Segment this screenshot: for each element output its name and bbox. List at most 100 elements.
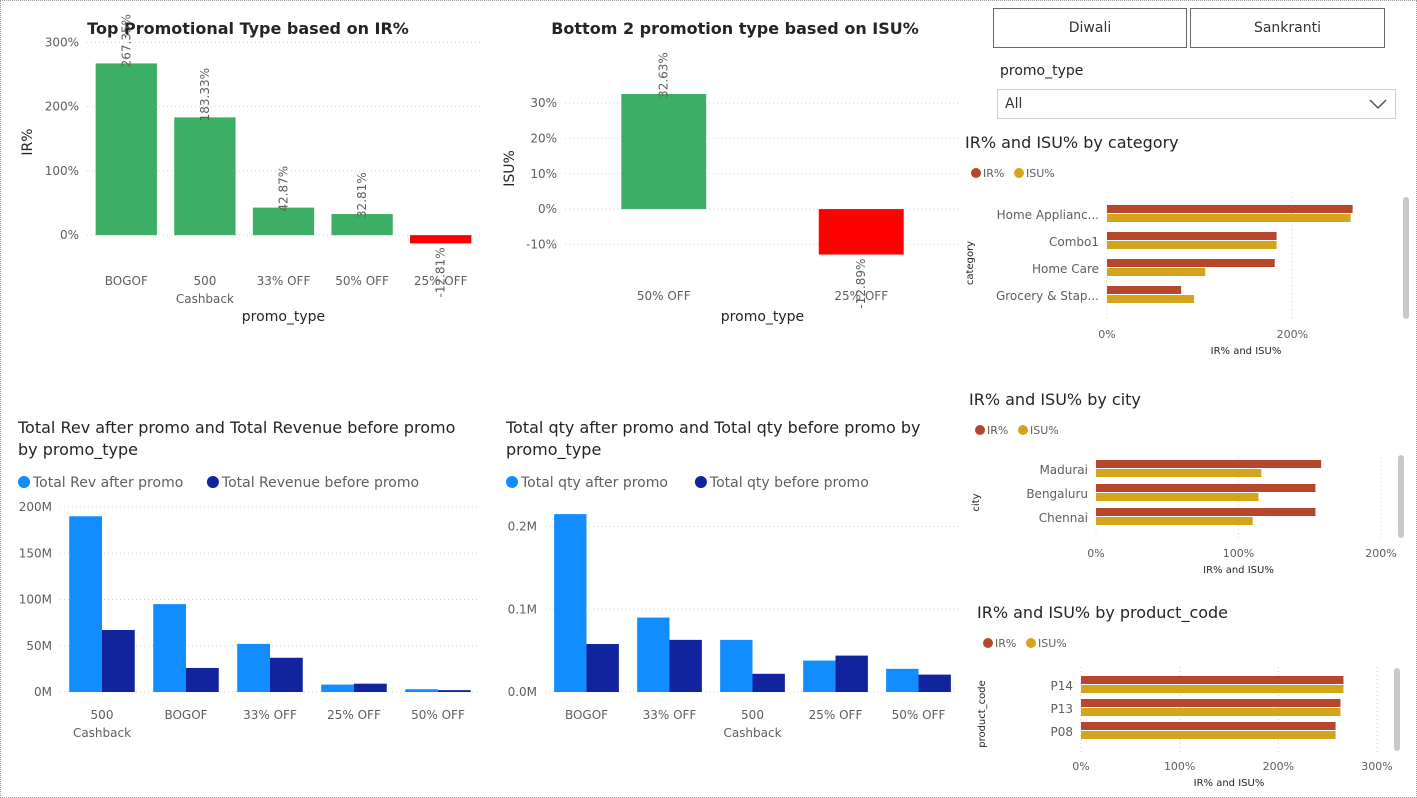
bar-grocery-stap-ir [1107,286,1182,294]
bar-25-off-total-qty-after-promo [803,660,836,692]
bar-25-off-total-qty-before-promo [835,655,868,692]
bar-chennai-ir [1096,508,1316,516]
y-axis-title: product_code [977,680,988,748]
promo-type-selected-value: All [1005,96,1023,112]
bar-33-off-total-qty-before-promo [669,639,702,692]
x-tick-label: 25% OFF [414,274,468,288]
bar-p14-ir [1081,676,1344,684]
x-tick-label: 200% [1263,760,1294,773]
bar-home-applianc-ir [1107,205,1353,213]
x-tick-label: 50% OFF [411,708,465,722]
y-tick-label: P08 [1050,725,1073,739]
legend-label: Total qty before promo [709,475,869,491]
bar-home-care-isu [1107,268,1206,276]
bar-bengaluru-ir [1096,484,1316,492]
y-tick-label: 200% [45,100,79,114]
chart-title: Top Promotional Type based on IR% [87,19,409,38]
x-axis-title: IR% and ISU% [1203,565,1274,576]
y-tick-label: 20% [530,132,557,146]
bar-p08-isu [1081,731,1336,739]
data-label: 32.81% [355,172,369,218]
slicer-button-sankranti[interactable]: Sankranti [1190,8,1385,48]
bar-madurai-ir [1096,460,1322,468]
city-visual-scrollbar[interactable] [1398,455,1404,538]
y-tick-label: Home Applianc... [997,208,1099,222]
bar-combo1-isu [1107,241,1277,249]
x-tick-label: 33% OFF [257,274,311,288]
bar-madurai-isu [1096,469,1262,477]
x-axis-title: promo_type [242,309,325,325]
x-tick-label: 100% [1223,547,1254,560]
x-tick-label: Cashback [176,292,234,306]
chart-ir-isu-by-product-code[interactable]: IR% and ISU% by product_code IR% ISU% 0% 100… [955,595,1417,795]
y-axis-title: IR% [20,128,36,155]
x-tick-label: BOGOF [105,274,148,288]
legend-label: ISU% [1038,637,1067,650]
bar-bogof-total-qty-before-promo [586,644,619,692]
x-tick-label: 50% OFF [637,289,691,303]
chart-title: Bottom 2 promotion type based on ISU% [551,19,919,38]
bar-50-off-total-qty-after-promo [886,668,919,692]
legend-marker [1014,168,1024,178]
chart-quantity-by-promo-type[interactable]: Total qty after promo and Total qty befo… [490,405,960,750]
bar-p08-ir [1081,722,1336,730]
y-tick-label: 300% [45,35,79,49]
data-label: 183.33% [198,68,212,121]
x-tick-label: 0% [1072,760,1089,773]
chevron-down-icon [1369,99,1387,110]
x-tick-label: 300% [1361,760,1392,773]
data-label: -12.81% [434,247,448,297]
promo-type-slicer-label: promo_type [1000,63,1084,79]
x-tick-label: Cashback [723,726,781,740]
bar-500-cashback-total-qty-before-promo [752,673,785,692]
bar-home-applianc-isu [1107,214,1351,222]
chart-title: IR% and ISU% by city [969,390,1141,409]
bar-500-cashback [174,117,236,236]
category-visual-scrollbar[interactable] [1403,197,1409,319]
x-tick-label: 25% OFF [809,708,863,722]
bar-25-off-total-revenue-before-promo [354,683,387,692]
x-tick-label: 200% [1277,328,1308,341]
legend-label: Total Rev after promo [32,475,183,491]
data-label: 42.87% [277,166,291,212]
bar-33-off-total-qty-after-promo [637,617,670,692]
x-tick-label: 33% OFF [243,708,297,722]
y-tick-label: 0% [60,228,79,242]
promo-type-dropdown[interactable]: All [997,89,1396,119]
y-axis-title: category [965,241,976,285]
legend-marker [18,476,30,488]
bar-25-off [818,209,904,255]
bar-500-cashback-total-revenue-before-promo [102,630,135,692]
chart-ir-isu-by-category[interactable]: IR% and ISU% by category IR% ISU% 0% 200% Hom… [955,125,1417,365]
y-tick-label: Chennai [1039,511,1088,525]
bar-50-off [621,93,707,210]
bar-25-off [410,235,472,244]
chart-isu-bottom-2[interactable]: Bottom 2 promotion type based on ISU% -10… [490,0,960,340]
x-tick-label: 50% OFF [892,708,946,722]
legend-marker [1018,425,1028,435]
legend-marker [506,476,518,488]
product-visual-scrollbar[interactable] [1394,668,1400,751]
chart-ir-by-promo-type[interactable]: Top Promotional Type based on IR% 0% 100% 2… [0,0,490,340]
chart-ir-isu-by-city[interactable]: IR% and ISU% by city IR% ISU% 0% 100% 200% Mad… [955,382,1417,582]
chart-revenue-by-promo-type[interactable]: Total Rev after promo and Total Revenue … [0,405,490,750]
legend-marker [971,168,981,178]
bar-chennai-isu [1096,517,1253,525]
x-tick-label: 25% OFF [834,289,888,303]
x-tick-label: BOGOF [164,708,207,722]
chart-title: Total Rev after promo and Total Revenue … [17,418,455,437]
x-tick-label: 0% [1098,328,1115,341]
bar-500-cashback-total-rev-after-promo [69,516,102,692]
slicer-button-diwali[interactable]: Diwali [993,8,1187,48]
x-tick-label: 500 [193,274,216,288]
legend-marker [206,476,219,488]
y-tick-label: 0M [34,685,52,699]
legend-marker [983,638,993,648]
chart-title: by promo_type [18,440,138,460]
y-tick-label: 0.0M [508,685,537,699]
y-tick-label: P13 [1050,702,1073,716]
bar-50-off-total-qty-before-promo [918,674,951,692]
bar-bogof-total-rev-after-promo [153,604,186,692]
bar-500-cashback-total-qty-after-promo [720,639,753,692]
chart-title: IR% and ISU% by category [965,133,1179,152]
